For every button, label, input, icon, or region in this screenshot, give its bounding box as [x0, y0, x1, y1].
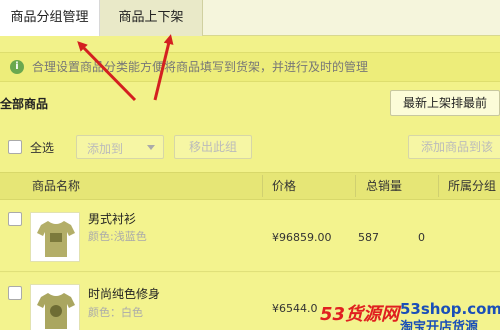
table-row: 男式衬衫 颜色:浅蓝色 ¥96859.00 587 0 [0, 200, 500, 272]
chevron-down-icon [147, 145, 155, 150]
tab-shelf-management[interactable]: 商品上下架 [100, 0, 203, 36]
product-name[interactable]: 时尚纯色修身 [88, 285, 160, 302]
row-checkbox[interactable] [8, 286, 22, 300]
section-title: 全部商品 [0, 97, 49, 111]
info-icon: i [10, 60, 24, 74]
column-header-group: 所属分组 [448, 179, 497, 193]
product-name[interactable]: 男式衬衫 [88, 210, 136, 227]
select-all-label: 全选 [30, 141, 55, 155]
tshirt-icon [37, 293, 75, 329]
watermark: 53货源网 53shop.com 淘宝开店货源 [320, 300, 500, 330]
column-header-name: 商品名称 [32, 179, 81, 193]
watermark-brand: 53货源网 [320, 304, 400, 325]
product-group: 0 [418, 231, 425, 244]
tab-bar: 商品分组管理 商品上下架 [0, 0, 500, 36]
column-divider [438, 175, 439, 197]
sort-newest-button[interactable]: 最新上架排最前 [390, 90, 500, 116]
tshirt-icon [37, 221, 75, 257]
column-header-price: 价格 [272, 179, 297, 193]
add-to-dropdown[interactable]: 添加到 [76, 135, 164, 159]
product-price: ¥96859.00 [272, 231, 332, 244]
tip-banner: i 合理设置商品分类能方便将商品填写到货架，并进行及时的管理 [0, 52, 500, 82]
column-divider [355, 175, 356, 197]
row-checkbox[interactable] [8, 212, 22, 226]
watermark-slogan: 淘宝开店货源 [400, 320, 479, 330]
product-sales: 587 [358, 231, 379, 244]
select-all-checkbox[interactable] [8, 140, 22, 154]
product-thumbnail[interactable] [30, 212, 80, 262]
tab-group-management[interactable]: 商品分组管理 [0, 0, 100, 36]
product-thumbnail[interactable] [30, 284, 80, 330]
product-color: 颜色：白色 [88, 306, 143, 319]
table-header: 商品名称 价格 总销量 所属分组 [0, 172, 500, 200]
column-divider [262, 175, 263, 197]
product-price: ¥6544.0 [272, 302, 318, 315]
add-goods-button[interactable]: 添加商品到该 [408, 135, 500, 159]
column-header-sales: 总销量 [366, 179, 403, 193]
remove-from-group-button[interactable]: 移出此组 [174, 135, 252, 159]
add-to-label: 添加到 [87, 142, 124, 156]
product-color: 颜色:浅蓝色 [88, 230, 147, 243]
tip-text: 合理设置商品分类能方便将商品填写到货架，并进行及时的管理 [32, 60, 369, 74]
